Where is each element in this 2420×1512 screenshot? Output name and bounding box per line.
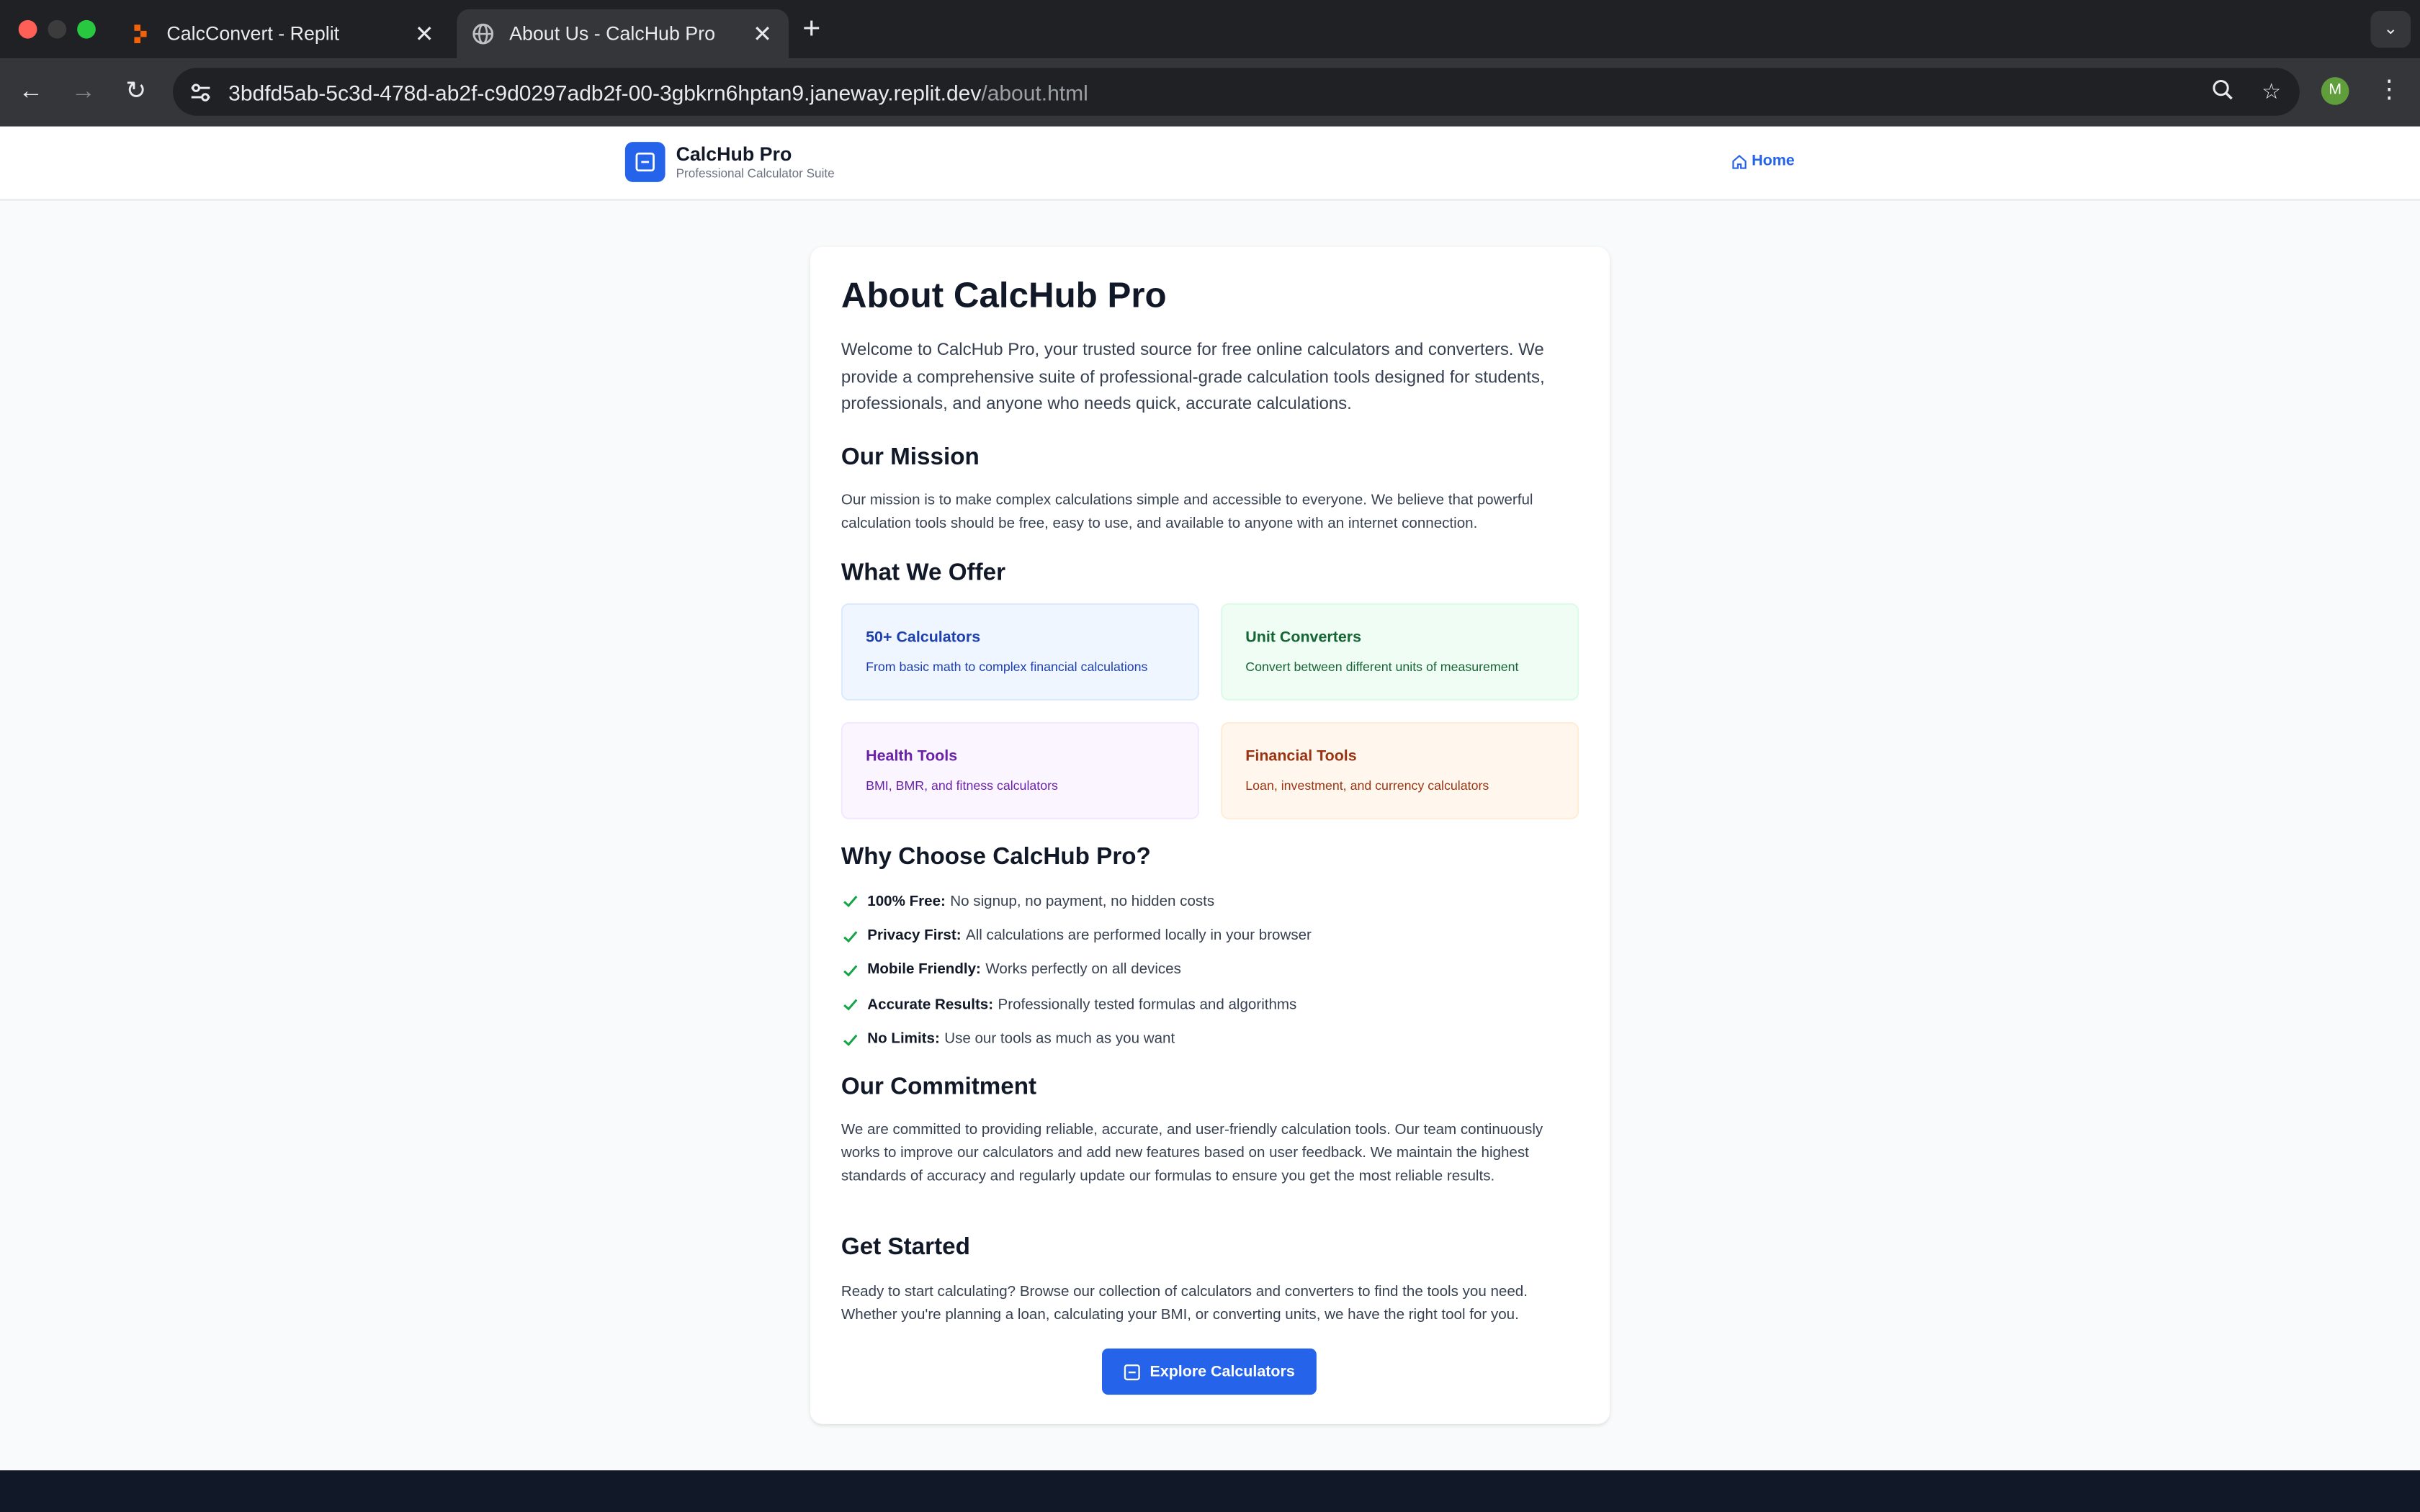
home-icon: [1732, 153, 1747, 168]
cta-label: Explore Calculators: [1150, 1363, 1295, 1380]
about-card: About CalcHub Pro Welcome to CalcHub Pro…: [810, 246, 1610, 1424]
reload-icon[interactable]: ↻: [120, 77, 151, 108]
url-path: /about.html: [981, 79, 1088, 104]
browser-tab-calcconvert[interactable]: CalcConvert - Replit ✕: [115, 9, 451, 59]
commitment-heading: Our Commitment: [841, 1074, 1037, 1100]
intro-paragraph: Welcome to CalcHub Pro, your trusted sou…: [841, 341, 1545, 414]
browser-tab-about[interactable]: About Us - CalcHub Pro ✕: [457, 9, 789, 59]
url-host: 3bdfd5ab-5c3d-478d-ab2f-c9d0297adb2f-00-…: [228, 79, 982, 104]
why-text: No signup, no payment, no hidden costs: [950, 893, 1215, 910]
globe-icon: [472, 23, 494, 45]
calculator-icon: [1124, 1363, 1140, 1380]
window-minimize-button[interactable]: [48, 19, 67, 39]
offer-card-health: Health Tools BMI, BMR, and fitness calcu…: [841, 721, 1199, 819]
forward-arrow-icon[interactable]: →: [68, 77, 99, 108]
offer-heading: What We Offer: [841, 559, 1006, 587]
check-icon: [843, 930, 858, 942]
why-text: Use our tools as much as you want: [944, 1030, 1175, 1048]
get-started-heading: Get Started: [841, 1234, 970, 1261]
brand-tagline: Professional Calculator Suite: [676, 166, 835, 181]
check-icon: [843, 965, 858, 977]
close-tab-icon[interactable]: ✕: [413, 20, 435, 48]
why-list: 100% Free: No signup, no payment, no hid…: [841, 884, 1312, 1057]
window-maximize-button[interactable]: [77, 19, 96, 39]
offer-description: BMI, BMR, and fitness calculators: [866, 778, 1058, 793]
list-item: Mobile Friendly: Works perfectly on all …: [841, 953, 1312, 988]
tab-search-chevron-icon[interactable]: ⌄: [2370, 11, 2411, 48]
get-started-paragraph: Ready to start calculating? Browse our c…: [841, 1283, 1528, 1324]
replit-icon: [134, 24, 147, 43]
list-item: No Limits: Use our tools as much as you …: [841, 1022, 1312, 1057]
offer-description: Loan, investment, and currency calculato…: [1245, 778, 1489, 793]
site-header: CalcHub Pro Professional Calculator Suit…: [0, 126, 2420, 201]
offer-card-converters: Unit Converters Convert between differen…: [1221, 603, 1579, 701]
back-arrow-icon[interactable]: ←: [15, 77, 46, 108]
check-icon: [843, 999, 858, 1012]
check-icon: [843, 896, 858, 908]
why-label: Mobile Friendly:: [867, 962, 981, 979]
offer-description: Convert between different units of measu…: [1245, 659, 1519, 675]
offer-card-calculators: 50+ Calculators From basic math to compl…: [841, 603, 1199, 701]
browser-menu-icon[interactable]: ⋮: [2377, 74, 2401, 105]
check-icon: [843, 1034, 858, 1046]
close-tab-icon[interactable]: ✕: [752, 20, 774, 48]
browser-tab-bar: CalcConvert - Replit ✕ About Us - CalcHu…: [0, 0, 2420, 59]
mission-heading: Our Mission: [841, 444, 980, 471]
explore-calculators-button[interactable]: Explore Calculators: [1102, 1348, 1317, 1395]
commitment-paragraph: We are committed to providing reliable, …: [841, 1121, 1543, 1185]
site-footer: [0, 1470, 2420, 1512]
page-title: About CalcHub Pro: [841, 274, 1167, 315]
offer-card-financial: Financial Tools Loan, investment, and cu…: [1221, 721, 1579, 819]
home-label: Home: [1752, 153, 1795, 170]
why-label: 100% Free:: [867, 893, 946, 910]
why-text: Professionally tested formulas and algor…: [998, 996, 1297, 1014]
list-item: Accurate Results: Professionally tested …: [841, 988, 1312, 1022]
offer-title: Health Tools: [866, 748, 958, 765]
list-item: Privacy First: All calculations are perf…: [841, 919, 1312, 953]
why-text: All calculations are performed locally i…: [965, 927, 1312, 945]
site-settings-icon[interactable]: [188, 79, 212, 104]
offer-description: From basic math to complex financial cal…: [866, 659, 1148, 675]
offer-title: Unit Converters: [1245, 629, 1362, 647]
address-bar[interactable]: 3bdfd5ab-5c3d-478d-ab2f-c9d0297adb2f-00-…: [173, 68, 2300, 116]
bookmark-star-icon[interactable]: ☆: [2262, 78, 2281, 104]
url-text: 3bdfd5ab-5c3d-478d-ab2f-c9d0297adb2f-00-…: [228, 79, 1088, 104]
why-label: Accurate Results:: [867, 996, 994, 1014]
browser-toolbar: ← → ↻ 3bdfd5ab-5c3d-478d-ab2f-c9d0297adb…: [0, 58, 2420, 127]
brand[interactable]: CalcHub Pro Professional Calculator Suit…: [676, 143, 835, 184]
tab-title: About Us - CalcHub Pro: [509, 23, 715, 45]
brand-name: CalcHub Pro: [676, 143, 792, 166]
why-label: Privacy First:: [867, 927, 962, 945]
zoom-icon[interactable]: [2213, 78, 2234, 104]
mission-paragraph: Our mission is to make complex calculati…: [841, 492, 1533, 533]
profile-avatar[interactable]: M: [2321, 77, 2349, 105]
why-text: Works perfectly on all devices: [985, 962, 1181, 979]
home-link[interactable]: Home: [1731, 153, 1795, 170]
list-item: 100% Free: No signup, no payment, no hid…: [841, 884, 1312, 919]
tab-title: CalcConvert - Replit: [166, 23, 340, 45]
calculator-logo-icon[interactable]: [624, 142, 666, 182]
offer-title: Financial Tools: [1245, 748, 1357, 765]
offer-title: 50+ Calculators: [866, 629, 981, 647]
why-label: No Limits:: [867, 1030, 940, 1048]
window-close-button[interactable]: [18, 19, 37, 39]
new-tab-button[interactable]: +: [802, 12, 820, 48]
why-heading: Why Choose CalcHub Pro?: [841, 844, 1151, 870]
